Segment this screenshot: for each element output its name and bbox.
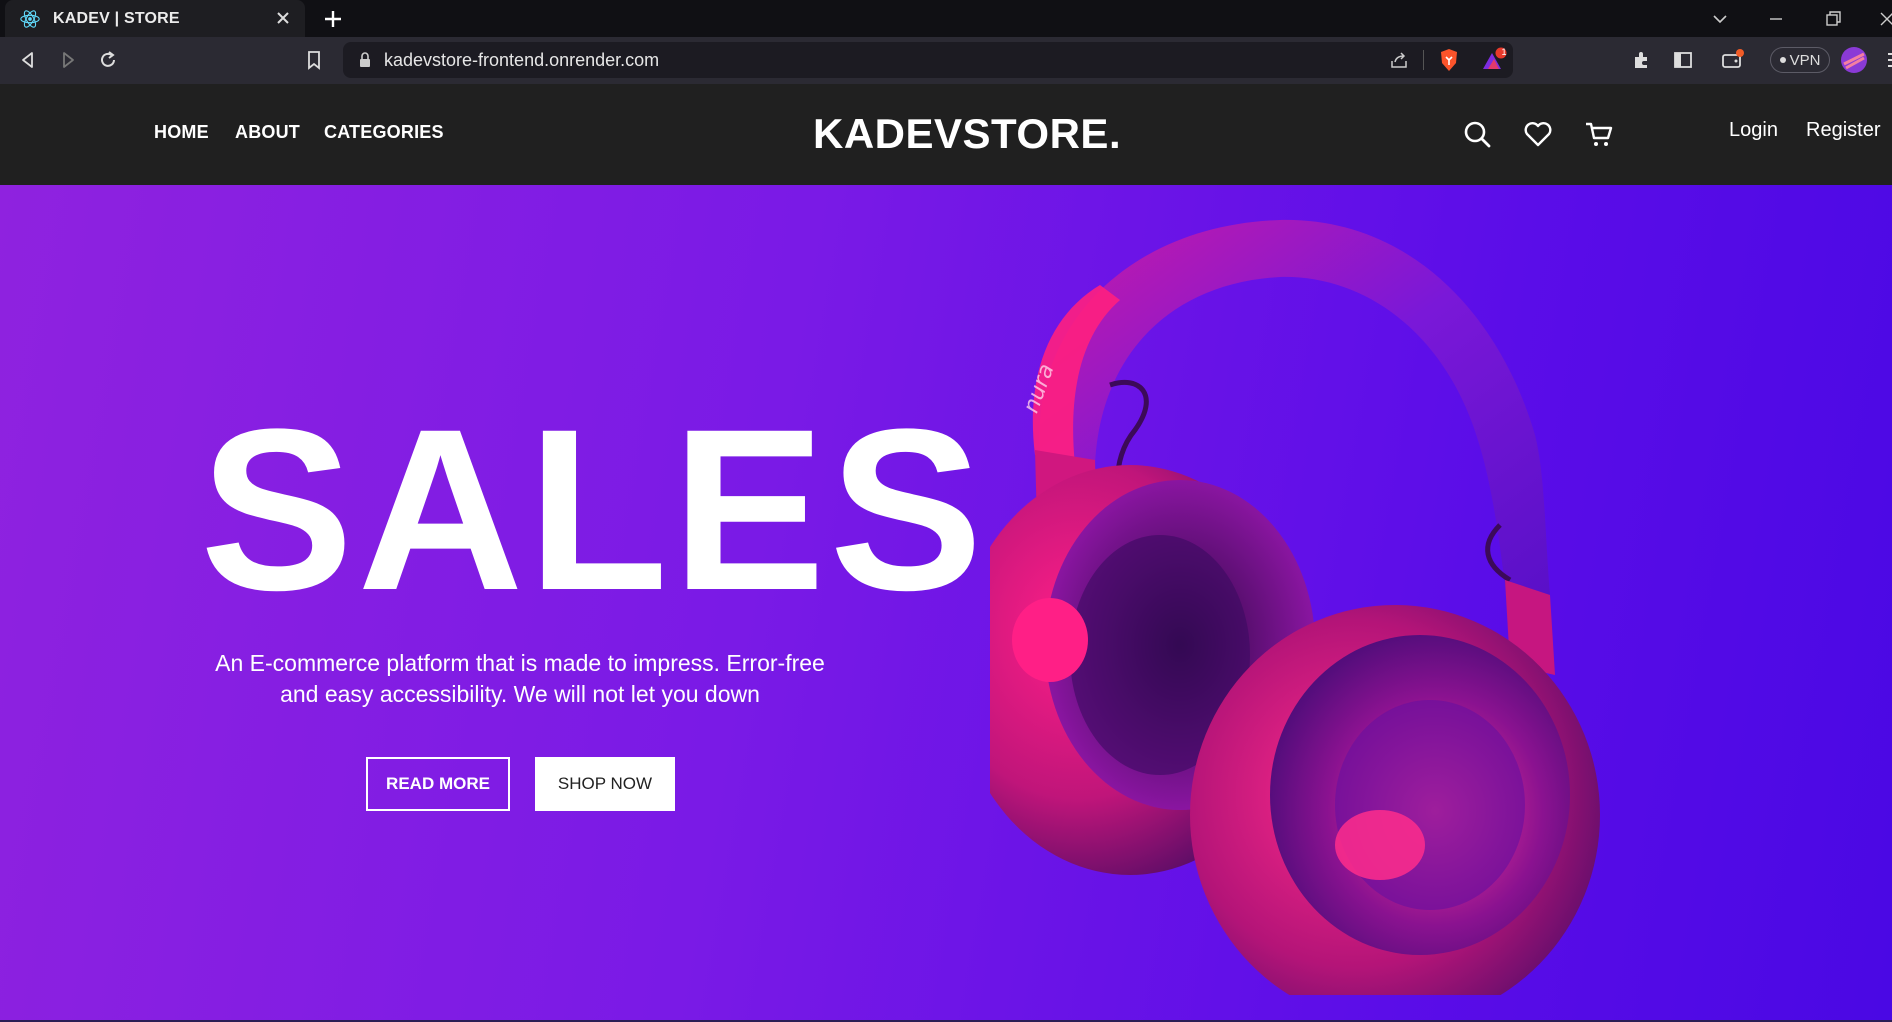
address-bar[interactable]: kadevstore-frontend.onrender.com 1	[343, 42, 1513, 78]
browser-tab[interactable]: KADEV | STORE	[5, 0, 305, 37]
wallet-icon[interactable]	[1720, 48, 1744, 72]
vpn-status-dot	[1779, 57, 1786, 63]
browser-toolbar: kadevstore-frontend.onrender.com 1 VPN	[0, 37, 1892, 84]
hero-banner: SALES An E-commerce platform that is mad…	[0, 185, 1892, 1022]
shop-now-button[interactable]: SHOP NOW	[535, 757, 675, 811]
close-window-icon[interactable]	[1876, 8, 1892, 30]
new-tab-icon[interactable]	[320, 6, 346, 32]
headphones-product-image: nura	[990, 219, 1600, 995]
hero-title: SALES	[200, 381, 987, 638]
hero-description: An E-commerce platform that is made to i…	[215, 650, 825, 707]
close-icon[interactable]	[271, 6, 295, 30]
nav-home[interactable]: HOME	[154, 122, 209, 143]
login-link[interactable]: Login	[1729, 119, 1778, 142]
browser-tabstrip: KADEV | STORE	[0, 0, 1892, 37]
nav-about[interactable]: ABOUT	[235, 122, 300, 143]
site-logo[interactable]: KADEVSTORE.	[813, 110, 1121, 158]
notification-count: 1	[1501, 47, 1507, 57]
restore-icon[interactable]	[1822, 8, 1844, 30]
register-link[interactable]: Register	[1806, 119, 1880, 142]
read-more-button[interactable]: READ MORE	[366, 757, 510, 811]
vpn-button[interactable]: VPN	[1770, 47, 1830, 73]
minimize-icon[interactable]	[1765, 8, 1787, 30]
heart-icon[interactable]	[1522, 118, 1554, 150]
vpn-label: VPN	[1789, 51, 1821, 69]
sidebar-icon[interactable]	[1671, 48, 1695, 72]
profile-avatar-icon[interactable]	[1840, 46, 1868, 74]
back-icon[interactable]	[16, 48, 40, 72]
url-text: kadevstore-frontend.onrender.com	[384, 50, 660, 70]
bookmark-icon[interactable]	[302, 48, 326, 72]
site-header: HOME ABOUT CATEGORIES KADEVSTORE. Login …	[0, 84, 1892, 185]
menu-icon[interactable]	[1880, 48, 1892, 72]
extensions-icon[interactable]	[1630, 48, 1654, 72]
reload-icon[interactable]	[96, 48, 120, 72]
forward-icon[interactable]	[56, 48, 80, 72]
cart-icon[interactable]	[1583, 118, 1615, 150]
urlbar-divider	[1423, 50, 1424, 70]
share-icon[interactable]	[1388, 49, 1410, 71]
tab-title: KADEV | STORE	[53, 9, 180, 27]
react-icon	[20, 9, 40, 28]
lock-icon	[360, 52, 370, 67]
search-icon[interactable]	[1461, 118, 1493, 150]
tab-search-chevron-icon[interactable]	[1709, 8, 1731, 30]
nav-categories[interactable]: CATEGORIES	[324, 122, 444, 143]
brave-shield-icon[interactable]	[1437, 47, 1461, 73]
